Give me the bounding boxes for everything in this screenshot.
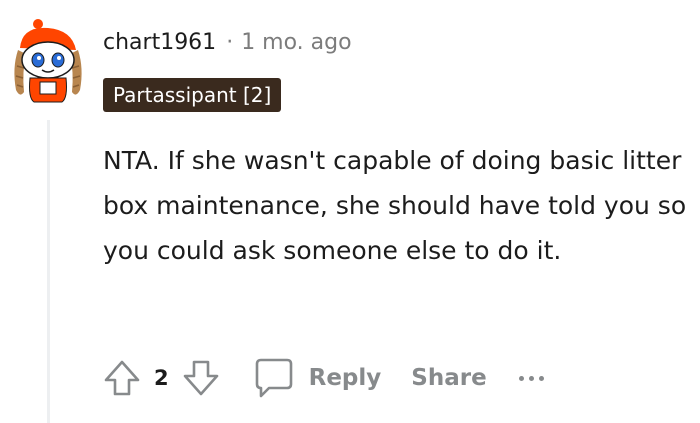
reply-button[interactable]: Reply [251,356,382,400]
avatar[interactable] [10,18,86,104]
upvote-icon [104,360,140,396]
comment-timestamp[interactable]: 1 mo. ago [241,30,351,55]
downvote-button[interactable] [179,356,223,400]
upvote-button[interactable] [100,356,144,400]
snoo-avatar-icon [14,19,82,103]
reply-label: Reply [308,365,382,391]
comment-meta: chart1961 · 1 mo. ago [103,30,352,55]
comment-body: NTA. If she wasn't capable of doing basi… [103,146,687,265]
vote-count: 2 [154,366,169,390]
comment: chart1961 · 1 mo. ago Partassipant [2] N… [0,0,700,423]
author-username[interactable]: chart1961 [103,30,216,55]
downvote-icon [183,360,218,396]
thread-line[interactable] [47,120,50,423]
share-button[interactable]: Share [411,365,486,391]
more-options-icon[interactable] [518,363,544,393]
meta-separator: · [226,30,234,55]
comment-actions: 2 Reply Share [100,352,544,404]
user-flair: Partassipant [2] [103,78,282,112]
comment-bubble-icon [255,358,292,398]
